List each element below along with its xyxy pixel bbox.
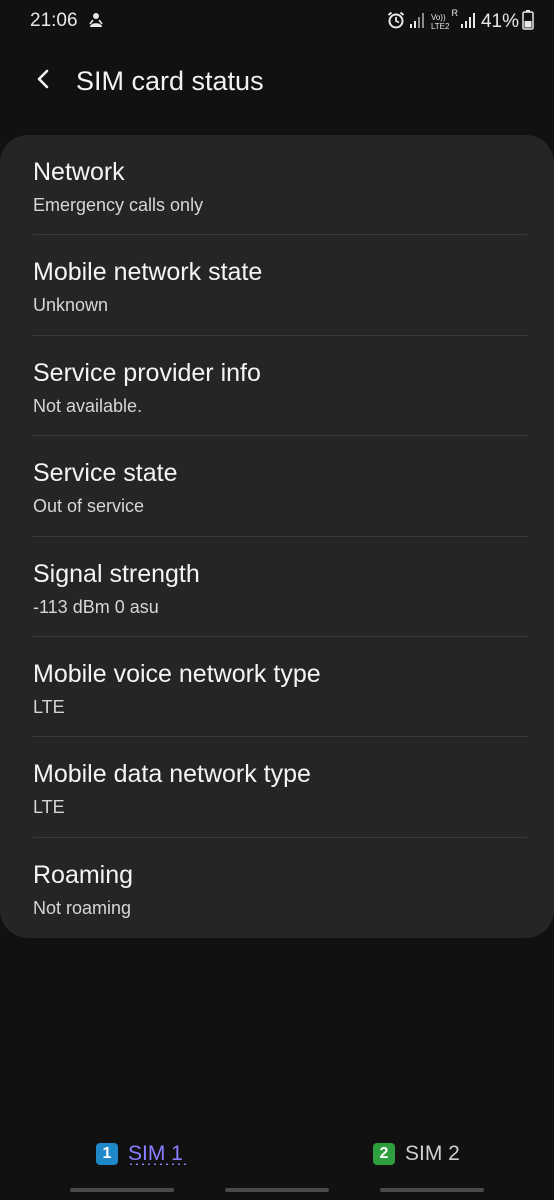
alarm-icon: [386, 10, 406, 35]
volte-line1: Vo)): [430, 13, 446, 22]
roaming-indicator: R: [451, 8, 458, 18]
app-bar: SIM card status: [0, 50, 554, 114]
item-value: Emergency calls only: [33, 195, 204, 215]
list-item-roaming[interactable]: Roaming Not roaming: [0, 838, 554, 938]
back-button[interactable]: [26, 64, 60, 98]
signal-icon: [460, 11, 475, 34]
chevron-left-icon: [33, 67, 53, 96]
item-value: -113 dBm 0 asu: [33, 596, 159, 617]
list-item-mobile-data-network-type[interactable]: Mobile data network type LTE: [0, 737, 554, 838]
list-item-network[interactable]: Network Emergency calls only: [0, 135, 554, 236]
item-value: Not roaming: [33, 897, 132, 918]
item-title: Roaming: [33, 860, 134, 889]
selected-tab-indicator: [128, 1163, 186, 1165]
item-value: LTE: [33, 696, 65, 717]
status-bar: 21:06 Vo)) LTE2 R 41%: [0, 0, 554, 44]
app-notification-icon: [87, 11, 105, 29]
item-title: Network: [33, 158, 125, 186]
item-title: Service provider info: [33, 358, 261, 387]
volte-indicator: Vo)) LTE2: [431, 13, 450, 31]
list-item-mobile-voice-network-type[interactable]: Mobile voice network type LTE: [0, 637, 554, 738]
gesture-hint-center: [225, 1188, 329, 1192]
tab-label: SIM 2: [405, 1142, 460, 1165]
status-card: Network Emergency calls only Mobile netw…: [0, 135, 554, 938]
item-title: Mobile network state: [33, 258, 263, 287]
item-title: Service state: [33, 459, 178, 488]
item-title: Mobile voice network type: [33, 659, 321, 688]
list-item-signal-strength[interactable]: Signal strength -113 dBm 0 asu: [0, 537, 554, 637]
item-title: Mobile data network type: [33, 760, 311, 789]
volte-line2: LTE2: [430, 22, 450, 31]
signal-icon: [409, 11, 425, 34]
list-item-mobile-network-state[interactable]: Mobile network state Unknown: [0, 235, 554, 336]
battery-icon: [522, 9, 534, 35]
item-value: LTE: [33, 797, 65, 818]
item-value: Out of service: [33, 496, 145, 517]
tab-sim-2[interactable]: 2 SIM 2: [373, 1136, 460, 1172]
sim-1-badge: 1: [96, 1143, 118, 1165]
item-value: Unknown: [33, 295, 109, 316]
status-icons: Vo)) LTE2 R 41%: [383, 8, 534, 35]
item-value: Not available.: [33, 395, 143, 416]
status-time: 21:06: [30, 10, 78, 31]
gesture-hint-left: [70, 1188, 174, 1192]
sim-2-badge: 2: [373, 1143, 395, 1165]
item-title: Signal strength: [33, 559, 200, 588]
gesture-hint-right: [380, 1188, 484, 1192]
battery-percent: 41%: [480, 11, 519, 32]
list-item-service-state[interactable]: Service state Out of service: [0, 436, 554, 537]
tab-sim-1[interactable]: 1 SIM 1: [96, 1136, 183, 1172]
page-title: SIM card status: [76, 66, 264, 96]
list-item-service-provider-info[interactable]: Service provider info Not available.: [0, 336, 554, 437]
